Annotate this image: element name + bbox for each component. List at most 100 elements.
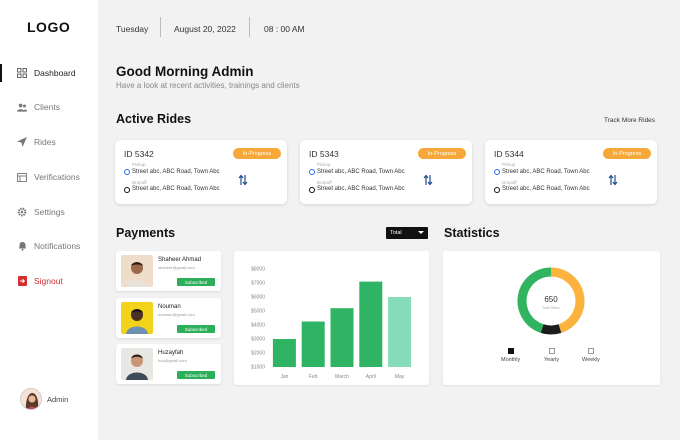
ride-id: ID 5344: [494, 149, 524, 159]
dropoff-label: Dropoff: [132, 180, 147, 185]
x-tick-label: Feb: [309, 374, 318, 380]
person-name: Shaheer Ahmad: [158, 257, 202, 263]
person-email: shaheer@gmail.com: [158, 265, 195, 270]
track-more-rides-link[interactable]: Track More Rides: [604, 117, 655, 124]
y-tick-label: $8000: [251, 267, 265, 273]
person-photo: [121, 302, 153, 334]
divider: [249, 17, 250, 37]
ride-card[interactable]: ID 5343 In-Progress Pickup Street abc, A…: [300, 140, 472, 204]
dropoff-dot-icon: [494, 187, 500, 193]
payments-filter-select[interactable]: Total: [386, 227, 428, 239]
swap-arrows-icon: [423, 174, 433, 186]
users-icon: [17, 102, 27, 112]
y-tick-label: $1000: [251, 365, 265, 371]
payments-title: Payments: [116, 226, 176, 240]
send-icon: [17, 137, 27, 147]
card-icon: [17, 172, 27, 182]
bar[interactable]: [301, 321, 325, 368]
active-rides-title: Active Rides: [116, 112, 192, 126]
bar-chart: $8000 $7000 $6000 $5000 $4000 $3000 $2000 $1000…: [251, 267, 412, 380]
sidebar-item-label: Notifications: [34, 241, 81, 251]
x-tick-label: March: [335, 374, 349, 380]
select-value: Total: [390, 230, 402, 236]
person-photo: [121, 255, 153, 287]
legend-monthly[interactable]: Monthly: [501, 348, 520, 363]
top-bar: Tuesday August 20, 2022 08 : 00 AM: [98, 0, 680, 56]
pickup-address: Street abc, ABC Road, Town Abc: [317, 169, 405, 175]
x-tick-label: Jan: [280, 374, 288, 380]
sidebar-item-settings[interactable]: Settings: [0, 201, 98, 223]
ride-card[interactable]: ID 5342 In-Progress Pickup Street abc, A…: [115, 140, 287, 204]
y-tick-label: $7000: [251, 281, 265, 287]
y-tick-label: $3000: [251, 337, 265, 343]
status-badge: In-Progress: [418, 148, 466, 159]
legend-yearly[interactable]: Yearly: [544, 348, 559, 363]
sidebar-item-dashboard[interactable]: Dashboard: [0, 62, 98, 84]
sidebar-item-notifications[interactable]: Notifications: [0, 235, 98, 257]
payment-card[interactable]: Nouman nouman@gmail.com Subscribed: [116, 298, 221, 338]
person-photo: [121, 348, 153, 380]
dropoff-dot-icon: [309, 187, 315, 193]
donut-segment-black: [540, 324, 562, 335]
subscribed-badge: Subscribed: [177, 371, 215, 379]
sidebar-item-label: Verifications: [34, 172, 80, 182]
legend-weekly[interactable]: Weekly: [582, 348, 600, 363]
ride-id: ID 5343: [309, 149, 339, 159]
pickup-label: Pickup: [317, 162, 331, 167]
person-name: Huzayfah: [158, 350, 184, 356]
dropoff-address: Street abc, ABC Road, Town Abc: [502, 186, 590, 192]
user-profile[interactable]: Admin: [20, 388, 68, 410]
y-tick-label: $6000: [251, 295, 265, 301]
day-label: Tuesday: [116, 24, 149, 34]
pickup-dot-icon: [124, 169, 130, 175]
legend-swatch: [587, 348, 594, 354]
dropoff-label: Dropoff: [317, 180, 332, 185]
bar[interactable]: [272, 339, 296, 367]
stat-total-label: Total Rides: [542, 306, 560, 310]
sidebar-item-signout[interactable]: Signout: [0, 270, 98, 292]
subscribed-badge: Subscribed: [177, 325, 215, 333]
ride-card[interactable]: ID 5344 In-Progress Pickup Street abc, A…: [485, 140, 657, 204]
subscribed-badge: Subscribed: [177, 278, 215, 286]
legend-swatch: [507, 348, 514, 354]
sidebar-item-label: Rides: [34, 137, 56, 147]
gear-icon: [17, 207, 27, 217]
dropoff-address: Street abc, ABC Road, Town Abc: [132, 186, 220, 192]
legend-label: Yearly: [544, 357, 560, 363]
status-badge: In-Progress: [233, 148, 281, 159]
sidebar-item-clients[interactable]: Clients: [0, 96, 98, 118]
y-tick-label: $4000: [251, 323, 265, 329]
pickup-address: Street abc, ABC Road, Town Abc: [502, 169, 590, 175]
bell-icon: [17, 241, 27, 251]
bar[interactable]: [359, 281, 383, 367]
swap-arrows-icon: [238, 174, 248, 186]
bar[interactable]: [388, 297, 412, 367]
bar[interactable]: [330, 308, 354, 367]
person-name: Nouman: [158, 304, 181, 310]
payment-card[interactable]: Shaheer Ahmad shaheer@gmail.com Subscrib…: [116, 251, 221, 291]
page-subtitle: Have a look at recent activities, traini…: [116, 81, 300, 90]
date-label: August 20, 2022: [174, 24, 236, 34]
person-email: huz@gmail.com: [158, 358, 187, 363]
signout-icon: [17, 276, 27, 286]
sidebar-item-verifications[interactable]: Verifications: [0, 166, 98, 188]
pickup-label: Pickup: [502, 162, 516, 167]
sidebar-item-rides[interactable]: Rides: [0, 131, 98, 153]
pickup-address: Street abc, ABC Road, Town Abc: [132, 169, 220, 175]
sidebar-item-label: Signout: [34, 276, 63, 286]
page-title: Good Morning Admin: [116, 64, 254, 79]
x-tick-label: May: [395, 374, 405, 380]
logo: LOGO: [27, 19, 71, 35]
y-tick-label: $2000: [251, 351, 265, 357]
grid-icon: [17, 68, 27, 78]
statistics-panel: 650 Total Rides Monthly Yearly Weekly: [443, 251, 660, 385]
chevron-down-icon: [418, 231, 424, 234]
pickup-dot-icon: [309, 169, 315, 175]
dropoff-dot-icon: [124, 187, 130, 193]
payment-card[interactable]: Huzayfah huz@gmail.com Subscribed: [116, 344, 221, 384]
ride-id: ID 5342: [124, 149, 154, 159]
y-tick-label: $5000: [251, 309, 265, 315]
payments-chart-panel: $8000 $7000 $6000 $5000 $4000 $3000 $2000 $1000…: [234, 251, 429, 385]
sidebar: LOGO Dashboard Clients Rides Verificatio…: [0, 0, 98, 440]
stat-total-value: 650: [544, 295, 558, 304]
